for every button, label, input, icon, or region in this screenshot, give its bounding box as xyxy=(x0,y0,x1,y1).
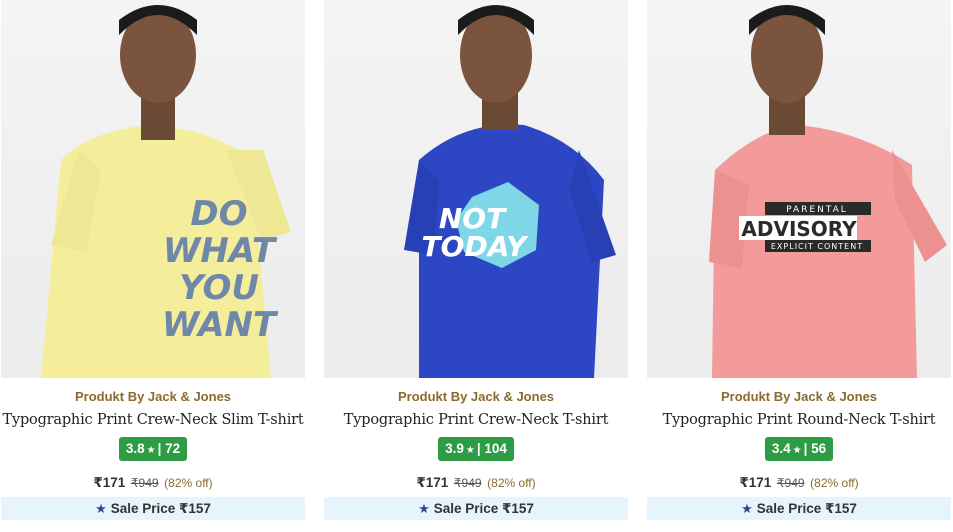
rating-value: 3.9 xyxy=(445,441,464,456)
rating-value: 3.8 xyxy=(125,441,145,456)
sale-price: Sale Price ₹157 xyxy=(110,501,211,516)
print-text-line: EXPLICIT CONTENT xyxy=(771,242,863,251)
rating-value: 3.4 xyxy=(771,441,791,456)
price: ₹171 xyxy=(93,475,126,490)
print-text-line: PARENTAL xyxy=(786,205,848,215)
product-image[interactable]: PARENTAL ADVISORY EXPLICIT CONTENT xyxy=(647,0,951,378)
sale-price-bar: ★ Sale Price ₹157 xyxy=(647,497,951,520)
print-text-line: WHAT xyxy=(163,231,278,271)
discount: (82% off) xyxy=(810,476,859,490)
brand-name: Produkt By Jack & Jones xyxy=(397,389,555,404)
price: ₹171 xyxy=(416,475,449,490)
star-icon: ★ xyxy=(418,501,430,516)
star-icon: ★ xyxy=(146,445,156,456)
product-name[interactable]: Typographic Print Round-Neck T-shirt xyxy=(647,411,951,429)
mrp: ₹949 xyxy=(776,476,805,490)
product-name[interactable]: Typographic Print Crew-Neck Slim T-shirt xyxy=(1,411,305,429)
print-text-line: WANT xyxy=(162,305,279,345)
print-text-line: DO xyxy=(190,194,247,234)
price: ₹171 xyxy=(739,475,772,490)
product-grid: DO WHAT YOU WANT Produkt By Jack & Jones… xyxy=(0,0,953,532)
product-card[interactable]: DO WHAT YOU WANT Produkt By Jack & Jones… xyxy=(1,0,305,532)
price-line: ₹171 ₹949 (82% off) xyxy=(647,475,951,491)
brand-name: Produkt By Jack & Jones xyxy=(74,389,232,404)
print-text-line: YOU xyxy=(179,268,259,308)
rating-badge: 3.9 ★ | 104 xyxy=(438,437,514,461)
print-text-line: ADVISORY xyxy=(741,217,857,241)
sale-price: Sale Price ₹157 xyxy=(756,501,857,516)
rating-badge: 3.4 ★ | 56 xyxy=(764,437,834,461)
brand-name: Produkt By Jack & Jones xyxy=(720,389,878,404)
star-icon: ★ xyxy=(465,445,475,456)
discount: (82% off) xyxy=(164,476,213,490)
product-card[interactable]: PARENTAL ADVISORY EXPLICIT CONTENT Produ… xyxy=(647,0,951,532)
price-line: ₹171 ₹949 (82% off) xyxy=(324,475,628,491)
sale-price-bar: ★ Sale Price ₹157 xyxy=(1,497,305,520)
sale-price-bar: ★ Sale Price ₹157 xyxy=(324,497,628,520)
sale-price: Sale Price ₹157 xyxy=(433,501,534,516)
rating-count: 104 xyxy=(484,441,507,456)
discount: (82% off) xyxy=(487,476,536,490)
print-text-line: TODAY xyxy=(422,230,530,263)
rating-count: 72 xyxy=(165,441,181,456)
product-image[interactable]: DO WHAT YOU WANT xyxy=(1,0,305,378)
product-card[interactable]: NOT TODAY Produkt By Jack & Jones Typogr… xyxy=(324,0,628,532)
star-icon: ★ xyxy=(792,445,802,456)
star-icon: ★ xyxy=(95,501,107,516)
product-image[interactable]: NOT TODAY xyxy=(324,0,628,378)
rating-badge: 3.8 ★ | 72 xyxy=(118,437,188,461)
mrp: ₹949 xyxy=(130,476,159,490)
rating-count: 56 xyxy=(811,441,827,456)
mrp: ₹949 xyxy=(453,476,482,490)
price-line: ₹171 ₹949 (82% off) xyxy=(1,475,305,491)
star-icon: ★ xyxy=(741,501,753,516)
product-name[interactable]: Typographic Print Crew-Neck T-shirt xyxy=(324,411,628,429)
